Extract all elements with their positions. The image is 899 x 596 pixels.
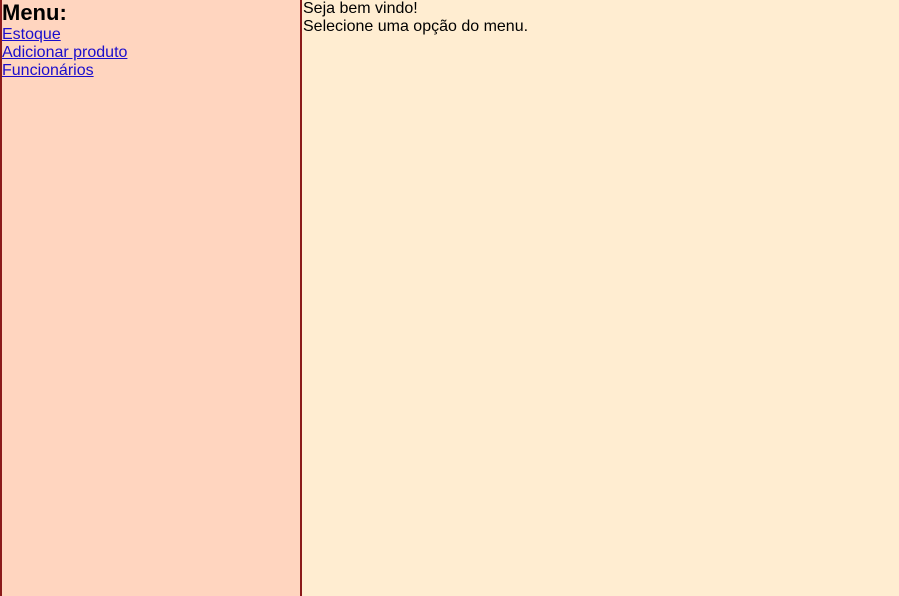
instruction-text: Selecione uma opção do menu. bbox=[303, 18, 529, 35]
welcome-text: Seja bem vindo! bbox=[303, 0, 418, 17]
menu-frame: Menu: Estoque Adicionar produto Funcioná… bbox=[0, 0, 302, 596]
menu-links: Estoque Adicionar produto Funcionários bbox=[2, 26, 300, 80]
menu-link-estoque[interactable]: Estoque bbox=[2, 26, 300, 44]
menu-title: Menu: bbox=[2, 0, 67, 25]
content-frame: Seja bem vindo! Selecione uma opção do m… bbox=[302, 0, 899, 596]
menu-link-adicionar-produto[interactable]: Adicionar produto bbox=[2, 44, 300, 62]
menu-link-funcionarios[interactable]: Funcionários bbox=[2, 62, 300, 80]
frameset: Menu: Estoque Adicionar produto Funcioná… bbox=[0, 0, 899, 596]
